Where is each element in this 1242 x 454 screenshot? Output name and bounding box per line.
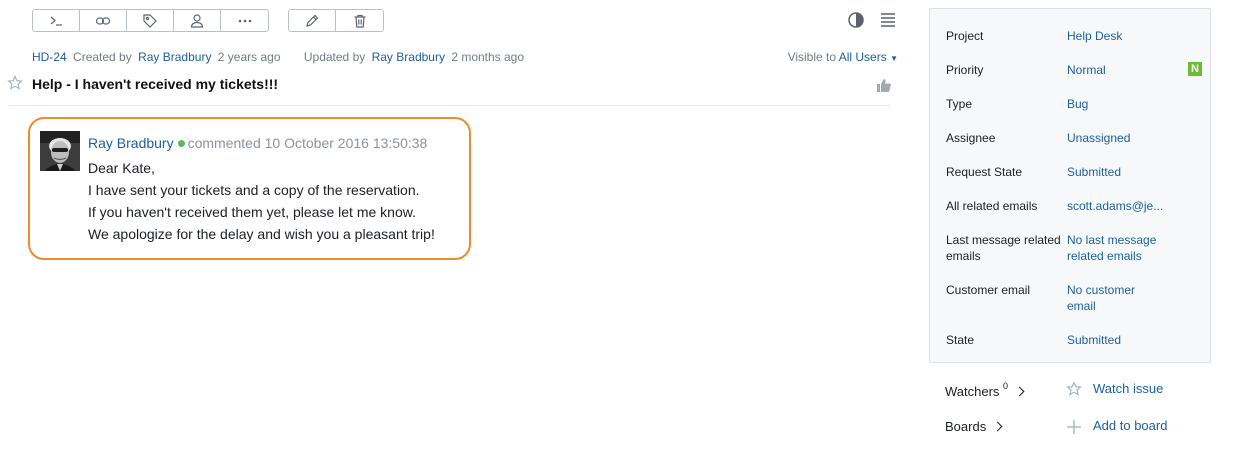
created-prefix: Created by [73,50,132,64]
link-issue-button[interactable] [80,10,127,31]
comment-action: commented [187,135,261,151]
pencil-icon [306,14,319,27]
created-by-link[interactable]: Ray Bradbury [138,50,211,64]
more-button[interactable] [221,10,268,31]
list-view-icon[interactable] [879,11,897,29]
updated-by-link[interactable]: Ray Bradbury [372,50,445,64]
field-value-project[interactable]: Help Desk [1067,28,1122,44]
contrast-icon[interactable] [847,11,865,29]
watchers-count: 0 [1003,381,1009,391]
field-label-state: State [946,333,975,347]
delete-button[interactable] [336,10,383,31]
field-label-priority: Priority [946,63,984,77]
field-label-customer-email: Customer email [946,283,1031,297]
issue-id[interactable]: HD-24 [32,50,67,64]
title-divider [9,105,891,106]
watch-issue-link[interactable]: Watch issue [1093,381,1163,396]
thumbs-up-icon[interactable] [876,77,892,93]
visible-prefix: Visible to [787,50,837,64]
assign-user-button[interactable] [174,10,221,31]
boards-label: Boards [945,419,987,434]
star-icon[interactable] [1066,381,1082,397]
comment-line: Dear Kate, [88,160,155,176]
field-value-type[interactable]: Bug [1067,96,1088,112]
chevron-right-icon [1014,386,1025,397]
add-to-board-link[interactable]: Add to board [1093,418,1167,433]
field-value-priority[interactable]: Normal [1067,62,1106,78]
watchers-label: Watchers [945,384,1000,399]
link-icon [95,16,111,25]
field-label-project: Project [946,29,984,43]
comment-header: Ray Bradbury commented 10 October 2016 13… [88,135,427,151]
field-value-request-state[interactable]: Submitted [1067,164,1121,180]
field-value-all-related-emails[interactable]: scott.adams@je... [1067,198,1163,214]
avatar[interactable] [40,131,80,171]
tag-button[interactable] [127,10,174,31]
caret-down-icon[interactable]: ▼ [890,54,898,63]
comment-line: I have sent your tickets and a copy of t… [88,182,420,198]
chevron-right-icon [992,421,1003,432]
field-label-all-related-emails: All related emails [946,199,1038,213]
user-icon [190,13,204,28]
comment-timestamp[interactable]: 10 October 2016 13:50:38 [265,135,428,151]
field-label-last-message-related-emails: Last message related emails [946,233,1061,263]
field-label-type: Type [946,97,973,111]
field-value-last-message-related-emails[interactable]: No last message related emails [1067,232,1177,264]
tag-icon [143,13,157,28]
comment-line: If you haven't received them yet, please… [88,204,416,220]
updated-ago: 2 months ago [451,50,525,64]
field-value-customer-email[interactable]: No customer email [1067,282,1157,314]
issue-toolbar-main [32,9,269,32]
updated-prefix: Updated by [303,50,366,64]
priority-badge: N [1188,62,1202,76]
field-label-assignee: Assignee [946,131,996,145]
created-ago: 2 years ago [217,50,281,64]
command-icon [50,16,62,26]
issue-title: Help - I haven't received my tickets!!! [32,76,279,92]
field-label-request-state: Request State [946,165,1023,179]
plus-icon[interactable] [1066,419,1082,435]
star-icon[interactable] [7,75,23,91]
field-value-assignee[interactable]: Unassigned [1067,130,1130,146]
comment-author-link[interactable]: Ray Bradbury [88,135,174,151]
issue-toolbar-edit [288,9,384,32]
trash-icon [354,14,365,28]
more-icon [238,19,251,22]
visibility-dropdown[interactable]: All Users [839,50,887,64]
issue-meta: HD-24 Created by Ray Bradbury 2 years ag… [32,50,527,64]
edit-button[interactable] [289,10,336,31]
field-value-state[interactable]: Submitted [1067,332,1121,348]
command-button[interactable] [33,10,80,31]
boards-toggle[interactable]: Boards [945,419,1003,434]
visibility: Visible to All Users ▼ [788,50,898,64]
online-status-indicator [177,140,185,148]
comment-body: Dear Kate, I have sent your tickets and … [88,157,435,245]
comment-line: We apologize for the delay and wish you … [88,226,435,242]
watchers-toggle[interactable]: Watchers 0 [945,381,1025,399]
issue-fields-panel: Project Help Desk Priority Normal N Type… [929,8,1211,363]
